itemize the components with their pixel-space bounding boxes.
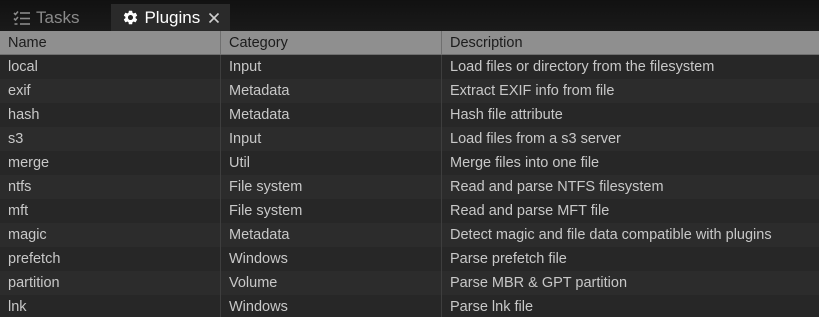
column-header-category[interactable]: Category (221, 31, 442, 55)
tab-bar: Tasks Plugins (0, 0, 819, 31)
tab-plugins-label: Plugins (144, 8, 201, 27)
cell-description: Parse MBR & GPT partition (450, 275, 628, 291)
cell-category: File system (221, 199, 442, 223)
cell-description: Merge files into one file (450, 155, 600, 171)
cell-description: Hash file attribute (450, 107, 563, 123)
tab-tasks-label: Tasks (36, 8, 80, 27)
close-icon[interactable] (208, 12, 220, 24)
cell-description: Parse lnk file (450, 299, 534, 315)
tab-tasks[interactable]: Tasks (0, 4, 89, 31)
cell-category: Input (221, 55, 442, 79)
table-row[interactable]: magic Metadata Detect magic and file data … (0, 223, 819, 247)
table-row[interactable]: hash Metadata Hash file attribute (0, 103, 819, 127)
table-row[interactable]: lnk Windows Parse lnk file (0, 295, 819, 317)
cell-description: Read and parse MFT file (450, 203, 610, 219)
table-row[interactable]: ntfs File system Read and parse NTFS files… (0, 175, 819, 199)
cell-category: File system (221, 175, 442, 199)
cell-name: partition (0, 271, 221, 295)
plugins-table: Name Category Description local Input Load… (0, 31, 819, 317)
cell-category: Volume (221, 271, 442, 295)
cell-category: Windows (221, 247, 442, 271)
cell-name: exif (0, 79, 221, 103)
column-header-description[interactable]: Description (442, 31, 819, 55)
checklist-icon (13, 10, 31, 26)
cell-description: Extract EXIF info from file (450, 83, 615, 99)
cell-description: Load files or directory from the filesys… (450, 59, 715, 75)
table-header: Name Category Description (0, 31, 819, 55)
table-row[interactable]: prefetch Windows Parse prefetch file (0, 247, 819, 271)
cell-name: magic (0, 223, 221, 247)
gear-icon (122, 9, 139, 26)
cell-description: Detect magic and file data compatible wi… (450, 227, 772, 243)
table-row[interactable]: partition Volume Parse MBR & GPT partition (0, 271, 819, 295)
table-row[interactable]: exif Metadata Extract EXIF info from file (0, 79, 819, 103)
tab-plugins[interactable]: Plugins (111, 4, 231, 31)
cell-category: Metadata (221, 103, 442, 127)
cell-name: local (0, 55, 221, 79)
cell-description: Parse prefetch file (450, 251, 567, 267)
cell-name: ntfs (0, 175, 221, 199)
cell-name: s3 (0, 127, 221, 151)
table-row[interactable]: mft File system Read and parse MFT file (0, 199, 819, 223)
cell-category: Input (221, 127, 442, 151)
cell-category: Metadata (221, 223, 442, 247)
cell-category: Util (221, 151, 442, 175)
cell-name: mft (0, 199, 221, 223)
cell-name: merge (0, 151, 221, 175)
table-row[interactable]: s3 Input Load files from a s3 server (0, 127, 819, 151)
column-header-name[interactable]: Name (0, 31, 221, 55)
cell-name: hash (0, 103, 221, 127)
table-row[interactable]: merge Util Merge files into one file (0, 151, 819, 175)
plugins-window: Tasks Plugins Name Category Description … (0, 0, 819, 317)
table-row[interactable]: local Input Load files or directory from t… (0, 55, 819, 79)
table-body: local Input Load files or directory from t… (0, 55, 819, 317)
cell-description: Read and parse NTFS filesystem (450, 179, 664, 195)
cell-name: prefetch (0, 247, 221, 271)
cell-category: Windows (221, 295, 442, 317)
cell-description: Load files from a s3 server (450, 131, 621, 147)
cell-category: Metadata (221, 79, 442, 103)
cell-name: lnk (0, 295, 221, 317)
